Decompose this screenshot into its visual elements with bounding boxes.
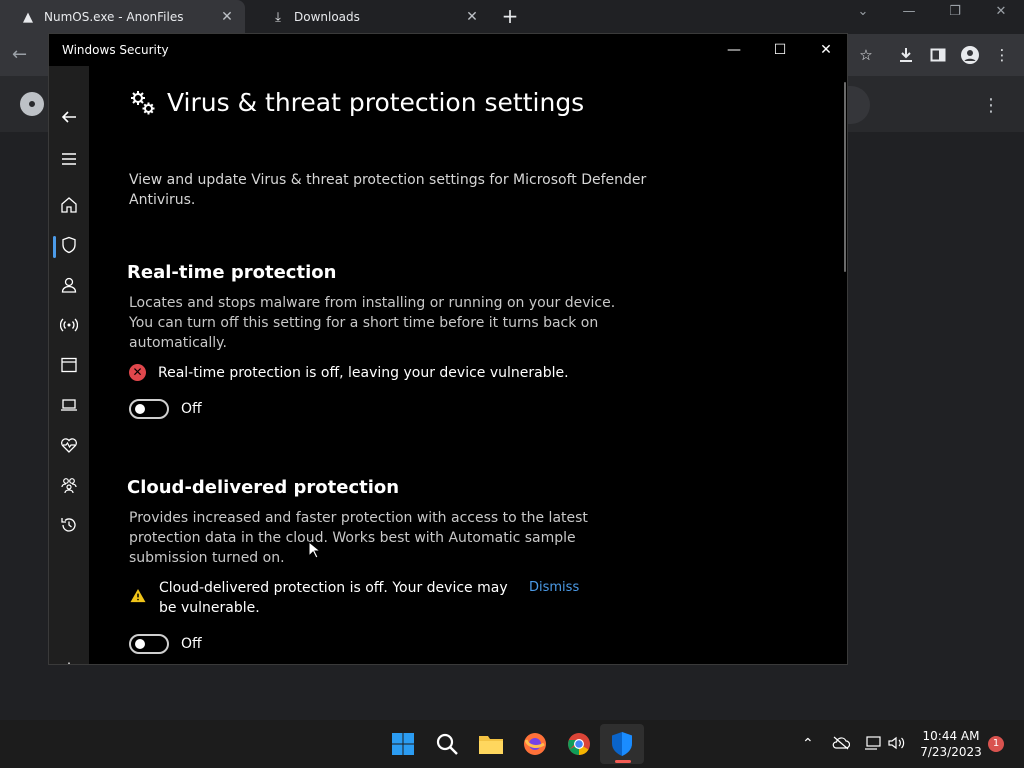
side-panel-icon[interactable] — [927, 44, 949, 66]
network-icon[interactable] — [864, 736, 882, 754]
settings-gear-icon[interactable] — [49, 655, 89, 664]
shield-icon[interactable] — [49, 230, 89, 260]
active-app-indicator — [615, 760, 631, 763]
device-health-icon[interactable] — [49, 430, 89, 460]
browser-tab-anonfiles[interactable]: ▲ NumOS.exe - AnonFiles ✕ — [0, 0, 245, 34]
family-options-icon[interactable] — [49, 470, 89, 500]
cloud-offline-icon[interactable] — [832, 736, 851, 754]
cloud-description: Provides increased and faster protection… — [129, 510, 588, 566]
realtime-protection-toggle[interactable] — [129, 399, 169, 419]
downloads-icon[interactable] — [895, 44, 917, 66]
tab-label: Downloads — [294, 10, 360, 24]
account-protection-icon[interactable] — [49, 270, 89, 300]
firefox-icon[interactable] — [519, 728, 551, 760]
page-intro: View and update Virus & threat protectio… — [129, 172, 647, 208]
page-heading: Virus & threat protection settings — [129, 88, 584, 117]
tab-label: NumOS.exe - AnonFiles — [44, 10, 184, 24]
toggle-knob — [135, 404, 145, 414]
browser-tab-downloads[interactable]: ⤓ Downloads ✕ — [250, 0, 490, 34]
windows-security-window: Windows Security — ☐ ✕ Virus & threat pr… — [48, 33, 848, 665]
window-close-icon[interactable]: ✕ — [811, 38, 841, 62]
tab-close-icon[interactable]: ✕ — [217, 9, 237, 25]
hamburger-menu-icon[interactable] — [49, 144, 89, 174]
anonfiles-icon: ▲ — [23, 9, 33, 25]
window-title: Windows Security — [62, 43, 169, 57]
window-minimize-icon[interactable]: — — [719, 38, 749, 62]
file-explorer-icon[interactable] — [475, 728, 507, 760]
back-arrow-icon[interactable] — [49, 102, 89, 132]
realtime-status: ✕ Real-time protection is off, leaving y… — [129, 363, 569, 383]
error-icon: ✕ — [129, 364, 146, 381]
realtime-heading: Real-time protection — [127, 262, 337, 283]
search-icon[interactable] — [431, 728, 463, 760]
chrome-icon[interactable] — [563, 728, 595, 760]
start-windows-icon[interactable] — [387, 728, 419, 760]
download-icon: ⤓ — [275, 9, 281, 25]
home-icon[interactable] — [49, 190, 89, 220]
volume-icon[interactable] — [888, 736, 906, 754]
nav-rail — [49, 66, 89, 664]
toggle-knob — [135, 639, 145, 649]
browser-restore-icon[interactable]: ❐ — [940, 4, 970, 19]
notification-badge[interactable]: 1 — [988, 736, 1004, 752]
tab-close-icon[interactable]: ✕ — [462, 9, 482, 25]
clock-time: 10:44 AM — [922, 729, 980, 743]
mouse-cursor-icon — [308, 541, 320, 559]
show-hidden-icons-icon[interactable]: ⌃ — [802, 736, 814, 752]
window-titlebar: Windows Security — ☐ ✕ — [49, 34, 847, 66]
taskbar-clock[interactable]: 10:44 AM 7/23/2023 — [912, 728, 990, 760]
content-scrollbar[interactable] — [844, 82, 846, 272]
browser-menu-icon[interactable]: ⋮ — [991, 44, 1013, 66]
device-security-icon[interactable] — [49, 390, 89, 420]
realtime-toggle-label: Off — [181, 401, 202, 417]
bookmark-star-icon[interactable]: ☆ — [855, 44, 877, 66]
warning-icon — [130, 588, 146, 603]
window-maximize-icon[interactable]: ☐ — [765, 38, 795, 62]
new-tab-button[interactable]: + — [500, 6, 520, 26]
gears-icon — [131, 90, 155, 114]
clock-date: 7/23/2023 — [920, 745, 982, 759]
cloud-heading: Cloud-delivered protection — [127, 477, 400, 498]
browser-minimize-icon[interactable]: — — [894, 4, 924, 19]
cloud-status: Cloud-delivered protection is off. Your … — [129, 578, 589, 618]
cloud-protection-toggle[interactable] — [129, 634, 169, 654]
cloud-toggle-row: Off — [129, 634, 202, 654]
browser-close-icon[interactable]: ✕ — [986, 4, 1016, 19]
cloud-toggle-label: Off — [181, 636, 202, 652]
windows-security-taskbar-icon[interactable] — [600, 724, 644, 764]
downloads-menu-icon[interactable]: ⋮ — [982, 95, 1000, 116]
dismiss-link[interactable]: Dismiss — [529, 578, 579, 598]
cloud-status-text: Cloud-delivered protection is off. Your … — [159, 580, 508, 616]
page-title: Virus & threat protection settings — [167, 88, 585, 117]
protection-history-icon[interactable] — [49, 510, 89, 540]
realtime-status-text: Real-time protection is off, leaving you… — [158, 365, 569, 381]
app-browser-control-icon[interactable] — [49, 350, 89, 380]
firewall-network-icon[interactable] — [49, 310, 89, 340]
browser-back-icon[interactable]: ← — [12, 44, 27, 65]
tab-search-icon[interactable]: ⌄ — [848, 4, 878, 19]
realtime-description: Locates and stops malware from installin… — [129, 295, 616, 351]
realtime-toggle-row: Off — [129, 399, 202, 419]
profile-avatar-icon[interactable] — [959, 44, 981, 66]
chrome-logo-icon — [20, 92, 44, 116]
